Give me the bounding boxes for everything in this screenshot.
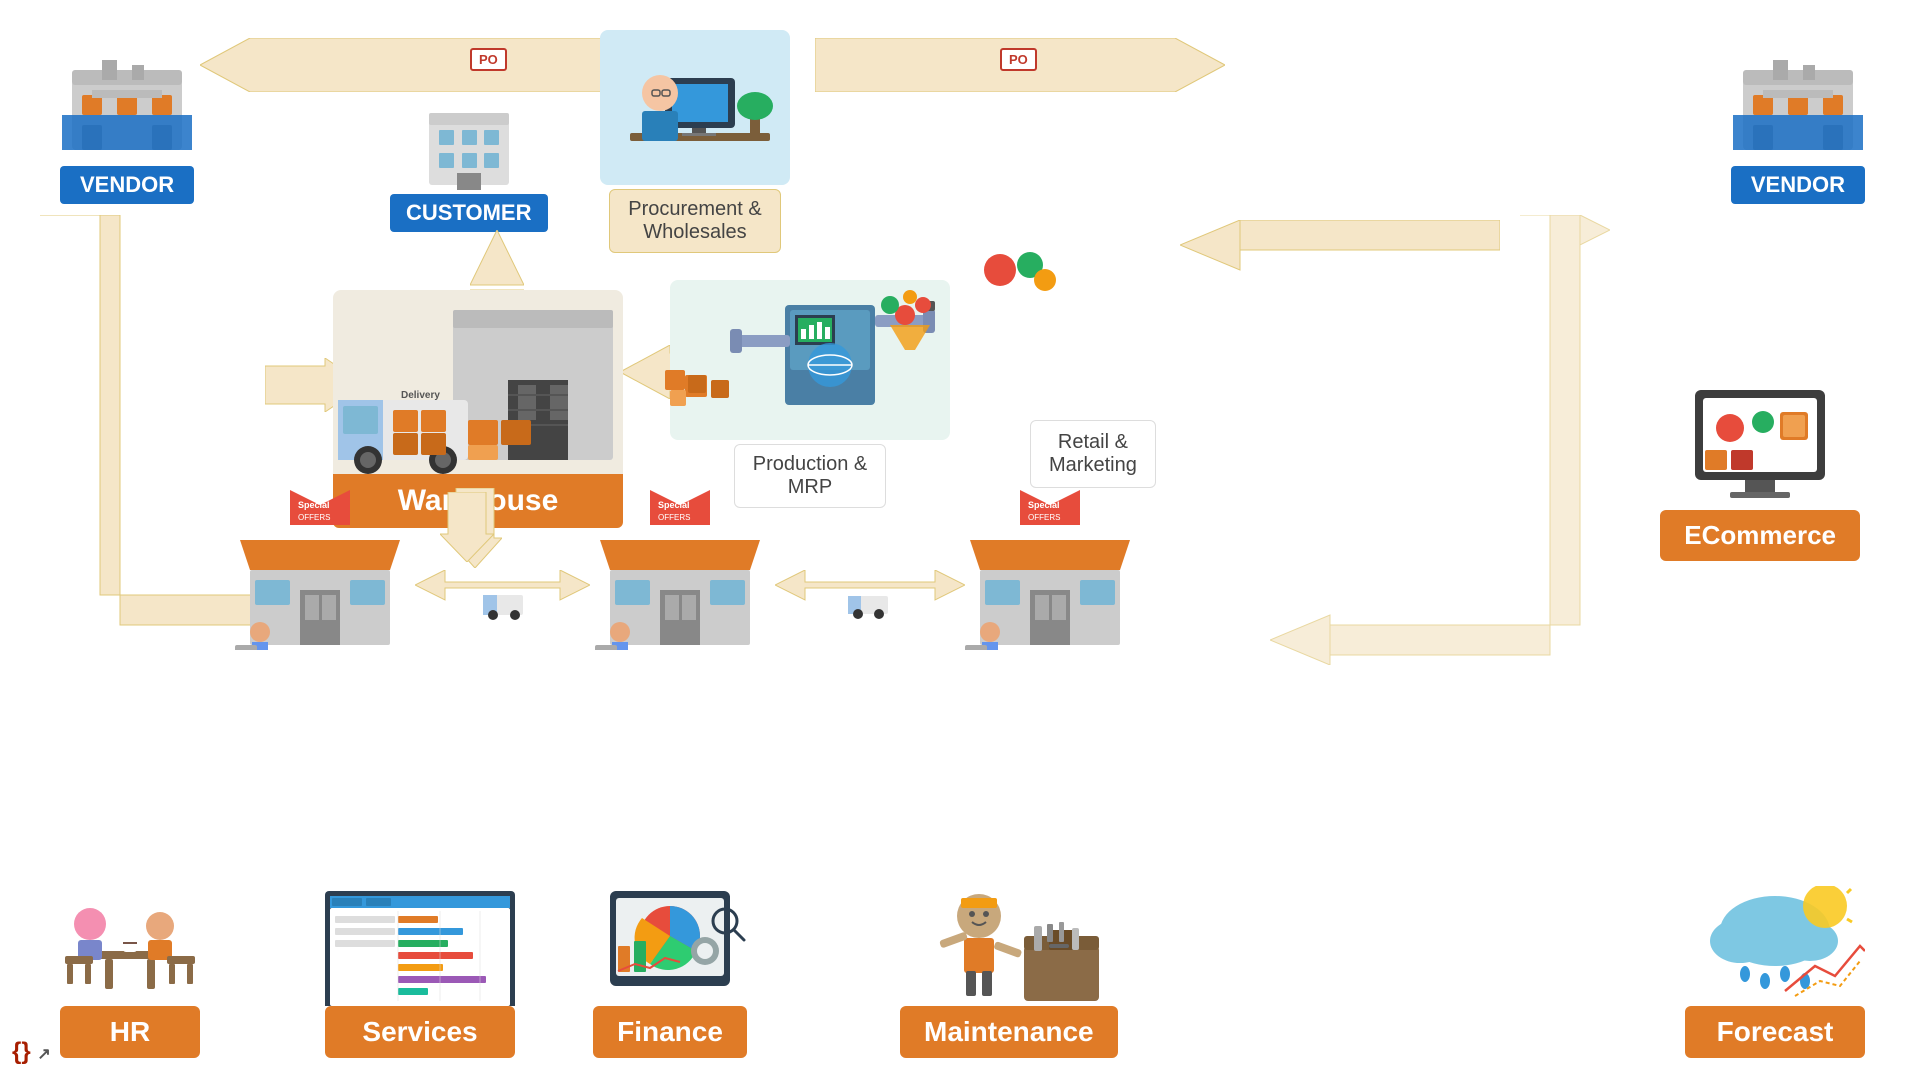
- hr-icon: [60, 886, 200, 1006]
- customer-box: CUSTOMER: [390, 105, 548, 232]
- odoo-logo: {} ↗: [12, 1038, 51, 1066]
- vendor-left-icon: [62, 60, 192, 160]
- vendor-left-label: VENDOR: [60, 166, 194, 204]
- forecast-icon: [1685, 886, 1865, 1006]
- maintenance-module: Maintenance: [900, 886, 1118, 1058]
- procurement-module: Procurement & Wholesales: [600, 30, 790, 253]
- arrow-down-from-warehouse: [440, 492, 494, 562]
- services-module: Services: [320, 886, 520, 1058]
- vendor-right-icon: [1733, 60, 1863, 160]
- fruits-near-production: [980, 250, 1060, 320]
- forecast-label: Forecast: [1685, 1006, 1865, 1058]
- store-right-icon: Special OFFERS: [960, 490, 1140, 650]
- arrow-stores-left-center: [415, 570, 590, 620]
- svg-text:Delivery: Delivery: [401, 390, 440, 401]
- vendor-right-label: VENDOR: [1731, 166, 1865, 204]
- customer-label: CUSTOMER: [390, 194, 548, 232]
- warehouse-area: Delivery: [333, 290, 623, 490]
- ecommerce-label: ECommerce: [1660, 510, 1860, 561]
- finance-icon: [590, 886, 750, 1006]
- store-left: Special OFFERS: [230, 490, 410, 655]
- store-center: Special OFFERS: [590, 490, 770, 655]
- po-badge-right: PO: [1000, 48, 1037, 71]
- arrow-stores-center-right: [775, 570, 965, 620]
- warehouse-image: Delivery: [333, 290, 623, 490]
- finance-module: Finance: [590, 886, 750, 1058]
- ecommerce-module: ECommerce: [1660, 380, 1860, 561]
- svg-text:OFFERS: OFFERS: [658, 513, 690, 522]
- vendor-right: VENDOR: [1731, 60, 1865, 204]
- svg-text:OFFERS: OFFERS: [1028, 513, 1060, 522]
- services-label: Services: [325, 1006, 515, 1058]
- store-center-icon: Special OFFERS: [590, 490, 770, 650]
- maintenance-label: Maintenance: [900, 1006, 1118, 1058]
- hr-label: HR: [60, 1006, 200, 1058]
- svg-text:Special: Special: [1028, 500, 1060, 510]
- small-items-prod-warehouse: [660, 340, 720, 410]
- forecast-module: Forecast: [1685, 886, 1865, 1058]
- svg-text:Special: Special: [298, 500, 330, 510]
- customer-icon: [424, 105, 514, 190]
- procurement-icon: [610, 38, 780, 178]
- vendor-left: VENDOR: [60, 60, 194, 204]
- svg-text:OFFERS: OFFERS: [298, 513, 330, 522]
- store-left-icon: Special OFFERS: [230, 490, 410, 650]
- retail-marketing-label: Retail & Marketing: [1049, 431, 1137, 476]
- po-badge-left: PO: [470, 48, 507, 71]
- maintenance-icon: [909, 886, 1109, 1006]
- finance-label: Finance: [593, 1006, 747, 1058]
- store-right: Special OFFERS: [960, 490, 1140, 655]
- svg-text:Special: Special: [658, 500, 690, 510]
- retail-marketing-module: Retail & Marketing: [1030, 420, 1156, 488]
- services-icon: [320, 886, 520, 1006]
- ecommerce-icon: [1685, 380, 1835, 510]
- arrow-top-left: [200, 38, 610, 92]
- procurement-label: Procurement & Wholesales: [628, 198, 761, 243]
- hr-module: HR: [60, 886, 200, 1058]
- big-right-side-arrow: [1270, 215, 1610, 665]
